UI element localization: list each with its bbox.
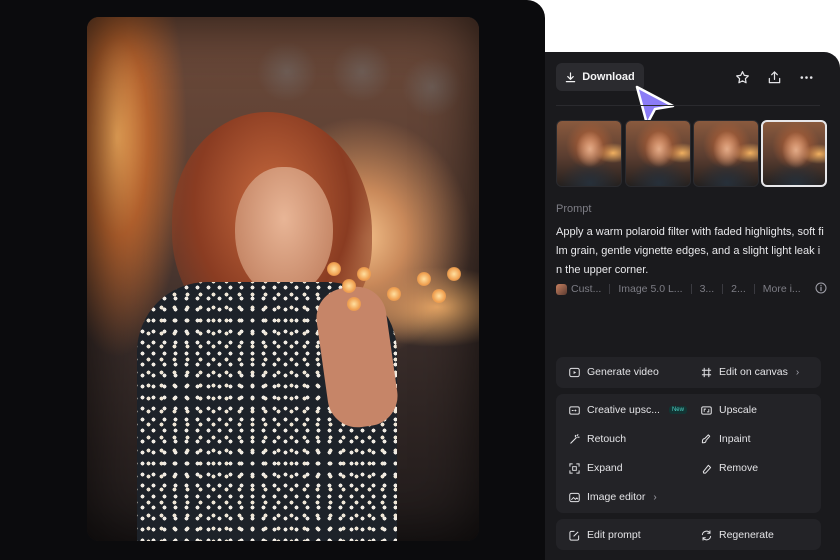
eraser-icon [702, 464, 712, 474]
download-icon [565, 71, 576, 82]
variation-thumbnail-2[interactable] [625, 120, 691, 187]
meta-more-info[interactable]: More i... [763, 283, 801, 295]
style-avatar-icon [556, 283, 567, 295]
chevron-right-icon: › [795, 366, 800, 378]
regenerate-label: Regenerate [719, 529, 774, 541]
image-stage [0, 0, 545, 560]
expand-icon [569, 462, 580, 474]
meta-style[interactable]: Cust... [571, 283, 601, 295]
upscale-icon [701, 405, 712, 415]
meta-separator [690, 284, 692, 294]
expand-button[interactable]: Expand [569, 458, 623, 478]
image-editor-icon [569, 492, 580, 502]
inpaint-brush-icon [701, 433, 711, 443]
creative-upscale-label: Creative upsc... [587, 404, 660, 416]
upscale-label: Upscale [719, 404, 757, 416]
share-icon [768, 70, 780, 83]
edit-on-canvas-button[interactable]: Edit on canvas › [701, 362, 799, 382]
more-options-button[interactable] [795, 66, 817, 88]
play-icon [569, 367, 580, 377]
refresh-icon [701, 529, 712, 541]
meta-separator [753, 284, 755, 294]
remove-label: Remove [719, 462, 759, 474]
regenerate-button[interactable]: Regenerate [701, 525, 774, 545]
prompt-heading: Prompt [556, 203, 592, 215]
more-icon [800, 75, 812, 79]
retouch-label: Retouch [587, 433, 627, 445]
generate-video-label: Generate video [587, 366, 659, 378]
variation-thumbnail-1[interactable] [556, 120, 622, 187]
new-badge: New [668, 406, 687, 414]
generated-image-preview[interactable] [87, 17, 479, 541]
variation-thumbnail-4[interactable] [761, 120, 827, 187]
image-subject-face [235, 167, 333, 297]
toolbar-divider [556, 105, 820, 106]
inpaint-label: Inpaint [719, 433, 751, 445]
edit-prompt-button[interactable]: Edit prompt [569, 525, 641, 545]
download-label: Download [582, 71, 635, 83]
remove-button[interactable]: Remove [701, 458, 758, 478]
creative-upscale-icon [569, 405, 580, 415]
download-button[interactable]: Download [556, 63, 644, 91]
creative-upscale-button[interactable]: Creative upsc... New [569, 400, 687, 420]
canvas-icon [701, 367, 712, 377]
generation-metadata: Cust... Image 5.0 L... 3... 2... More i.… [556, 282, 828, 296]
image-editor-button[interactable]: Image editor › [569, 487, 657, 507]
meta-ratio[interactable]: 3... [700, 283, 715, 295]
edit-icon [569, 530, 580, 541]
meta-separator [609, 284, 611, 294]
retouch-button[interactable]: Retouch [569, 429, 626, 449]
inpaint-button[interactable]: Inpaint [701, 429, 751, 449]
image-editor-label: Image editor [587, 491, 646, 503]
chevron-right-icon: › [653, 491, 657, 503]
meta-model[interactable]: Image 5.0 L... [618, 283, 682, 295]
magic-wand-icon [570, 433, 580, 444]
generate-video-button[interactable]: Generate video [569, 362, 659, 382]
variation-thumbnail-3[interactable] [693, 120, 759, 187]
expand-label: Expand [587, 462, 623, 474]
info-icon[interactable] [815, 282, 827, 294]
meta-resolution[interactable]: 2... [731, 283, 746, 295]
meta-separator [722, 284, 724, 294]
prompt-text: Apply a warm polaroid filter with faded … [556, 226, 824, 276]
favorite-button[interactable] [731, 66, 753, 88]
edit-on-canvas-label: Edit on canvas [719, 366, 788, 378]
star-icon [735, 70, 749, 83]
upscale-button[interactable]: Upscale [701, 400, 757, 420]
edit-prompt-label: Edit prompt [587, 529, 641, 541]
share-button[interactable] [763, 66, 785, 88]
